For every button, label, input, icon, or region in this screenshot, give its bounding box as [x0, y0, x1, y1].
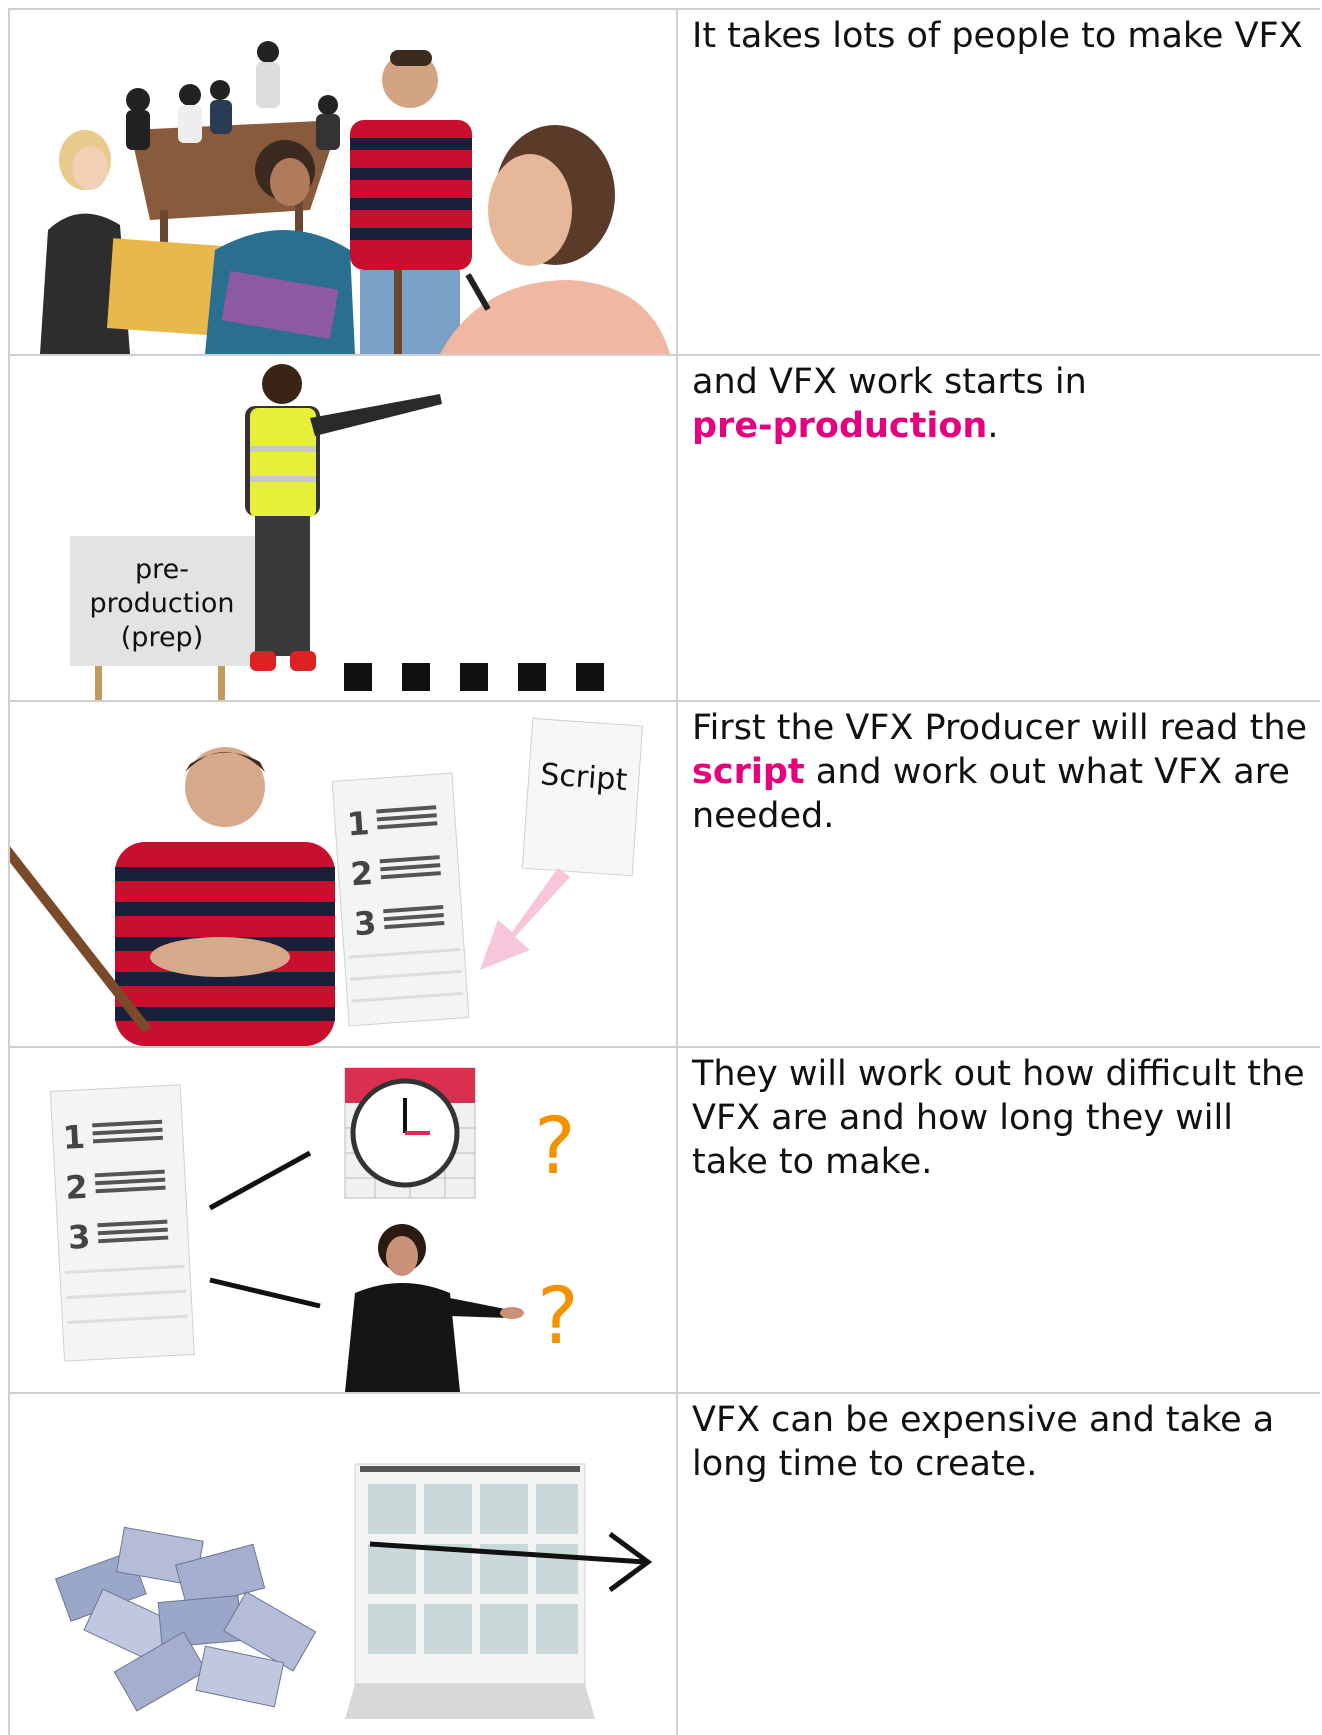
question-mark-top: ?: [534, 1102, 575, 1192]
sign-line-1: pre-: [135, 554, 189, 585]
easy-read-table: It takes lots of people to make VFX pre-…: [8, 8, 1320, 1735]
sign-line-2: production: [90, 588, 235, 619]
text-before: First the VFX Producer will read the: [692, 708, 1308, 748]
list-calendar-clock-question: 1 2 3 ? ?: [10, 1048, 678, 1392]
table-row: It takes lots of people to make VFX: [10, 10, 1320, 356]
row-text: and VFX work starts in pre-production.: [692, 360, 1312, 448]
table-row: VFX can be expensive and take a long tim…: [10, 1394, 1320, 1735]
list-number-1: 1: [346, 804, 371, 843]
text-before: and VFX work starts in: [692, 362, 1087, 402]
list-number-3: 3: [353, 904, 378, 943]
table-row: 1 2 3 Script First the VFX Producer will…: [10, 702, 1320, 1048]
highlight-term: pre-production: [692, 406, 988, 446]
script-label: Script: [539, 757, 628, 798]
table-row: 1 2 3 ? ? They will work out how difficu…: [10, 1048, 1320, 1394]
person-pointing-at-sign: pre- production (prep): [10, 356, 678, 700]
list-number-2: 2: [64, 1168, 88, 1207]
sign-line-3: (prep): [121, 622, 203, 653]
text-after: .: [987, 406, 999, 446]
list-number-2: 2: [349, 854, 374, 893]
row-text: They will work out how difficult the VFX…: [692, 1054, 1305, 1182]
meeting-people-illustration: [10, 10, 678, 354]
list-number-3: 3: [67, 1218, 91, 1257]
row-text: It takes lots of people to make VFX: [692, 16, 1303, 56]
question-mark-bottom: ?: [537, 1272, 578, 1362]
producer-with-script: 1 2 3 Script: [10, 702, 678, 1046]
row-text: First the VFX Producer will read the scr…: [692, 706, 1312, 838]
money-and-calendar: [10, 1394, 678, 1735]
highlight-term: script: [692, 752, 805, 792]
row-text: VFX can be expensive and take a long tim…: [692, 1400, 1275, 1484]
list-number-1: 1: [62, 1118, 86, 1157]
table-row: pre- production (prep) and VFX work star…: [10, 356, 1320, 702]
